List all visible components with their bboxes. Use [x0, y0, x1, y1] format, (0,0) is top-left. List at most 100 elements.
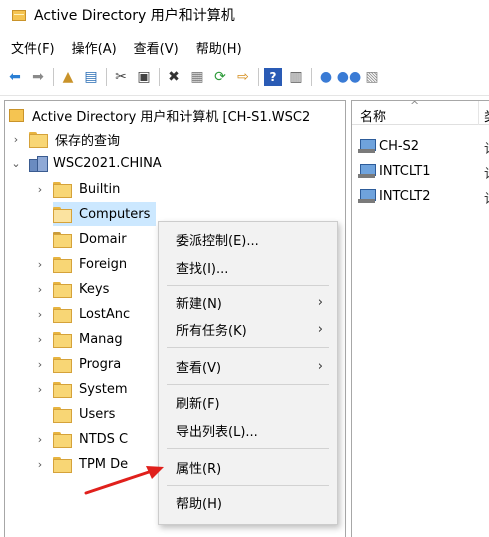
window-title: Active Directory 用户和计算机 — [34, 8, 235, 24]
menu-item-properties[interactable]: 属性(R) — [159, 454, 337, 480]
tree-item-keys[interactable]: › Keys — [33, 277, 109, 301]
menu-file[interactable]: 文件(F) — [11, 38, 55, 57]
chevron-right-icon[interactable]: › — [33, 458, 47, 471]
chevron-right-icon[interactable]: › — [33, 333, 47, 346]
menu-item-delegate-control[interactable]: 委派控制(E)... — [159, 226, 337, 252]
menu-item-all-tasks[interactable]: 所有任务(K) › — [159, 316, 337, 342]
list-item-label: CH-S2 — [379, 138, 420, 154]
export-icon[interactable]: ⇨ — [234, 68, 252, 86]
menu-help[interactable]: 帮助(H) — [196, 38, 242, 57]
toolbar-separator — [106, 68, 107, 86]
menu-item-new[interactable]: 新建(N) › — [159, 289, 337, 315]
chevron-right-icon[interactable]: › — [33, 308, 47, 321]
tree-root[interactable]: Active Directory 用户和计算机 [CH-S1.WSC2 — [9, 103, 310, 127]
folder-icon — [53, 357, 72, 373]
tree-item-domain[interactable]: ⌄ WSC2021.CHINA — [9, 151, 162, 175]
menu-item-find[interactable]: 查找(I)... — [159, 254, 337, 280]
tree-item-program-data[interactable]: › Progra — [33, 352, 121, 376]
tree-item-lostandfound[interactable]: › LostAnc — [33, 302, 130, 326]
list-item[interactable]: CH-S2 — [358, 134, 419, 158]
tree-item-domain-controllers[interactable]: Domair — [53, 227, 127, 251]
list-header: 名称 ^ 类 — [352, 101, 489, 125]
new-ou-icon[interactable]: ▧ — [363, 68, 381, 86]
folder-icon — [29, 132, 48, 148]
chevron-down-icon[interactable]: ⌄ — [9, 157, 23, 170]
menu-item-help[interactable]: 帮助(H) — [159, 489, 337, 515]
list-item-label: INTCLT2 — [379, 188, 431, 204]
tree-item-computers[interactable]: Computers — [53, 202, 157, 226]
menu-separator — [167, 347, 329, 348]
list-item-label: INTCLT1 — [379, 163, 431, 179]
details-pane[interactable]: 名称 ^ 类 CH-S2 计 INTCLT1 计 INTCLT2 计 — [351, 100, 489, 537]
folder-icon — [53, 182, 72, 198]
menu-view[interactable]: 查看(V) — [134, 38, 179, 57]
column-divider[interactable] — [478, 101, 479, 125]
chevron-right-icon[interactable]: › — [33, 433, 47, 446]
folder-icon — [53, 432, 72, 448]
chevron-right-icon[interactable]: › — [33, 283, 47, 296]
sort-ascending-icon: ^ — [410, 100, 420, 112]
tree-item-users[interactable]: Users — [53, 402, 115, 426]
ad-app-icon — [12, 9, 26, 21]
ou-icon — [53, 232, 72, 248]
chevron-right-icon: › — [317, 358, 323, 374]
chevron-right-icon: › — [317, 321, 323, 337]
annotation-arrow-shaft — [84, 469, 154, 495]
tree-item-foreign[interactable]: › Foreign — [33, 252, 127, 276]
mmc-view-icon[interactable]: ▥ — [287, 68, 305, 86]
tree-item-builtin[interactable]: › Builtin — [33, 177, 120, 201]
tree-item-managed[interactable]: › Manag — [33, 327, 123, 351]
menu-item-label: 新建(N) — [176, 296, 222, 312]
chevron-right-icon[interactable]: › — [33, 258, 47, 271]
chevron-right-icon[interactable]: › — [33, 358, 47, 371]
up-folder-icon[interactable]: ▲ — [59, 68, 77, 86]
tree-item-ntds-quotas[interactable]: › NTDS C — [33, 427, 128, 451]
delete-icon[interactable]: ✖ — [165, 68, 183, 86]
toolbar-separator — [159, 68, 160, 86]
tree-item-label: LostAnc — [79, 306, 131, 322]
ad-root-icon — [9, 108, 24, 122]
tree-item-saved-queries[interactable]: › 保存的查询 — [9, 127, 120, 151]
annotation-arrow-icon — [84, 466, 164, 495]
tree-item-label: Foreign — [79, 256, 128, 272]
list-item-type: 计 — [484, 188, 489, 207]
list-item[interactable]: INTCLT2 — [358, 184, 430, 208]
folder-icon — [53, 332, 72, 348]
help-icon[interactable]: ? — [264, 68, 282, 86]
list-item-type: 计 — [484, 163, 489, 182]
tree-item-label: Builtin — [79, 181, 121, 197]
folder-icon — [53, 407, 72, 423]
menu-item-label: 所有任务(K) — [176, 323, 247, 339]
cut-icon[interactable]: ✂ — [112, 68, 130, 86]
forward-arrow-icon[interactable]: ➡ — [29, 68, 47, 86]
tree-item-system[interactable]: › System — [33, 377, 127, 401]
menu-item-export-list[interactable]: 导出列表(L)... — [159, 417, 337, 443]
column-header-type[interactable]: 类 — [484, 106, 489, 125]
refresh-icon[interactable]: ⟳ — [211, 68, 229, 86]
back-arrow-icon[interactable]: ⬅ — [6, 68, 24, 86]
chevron-right-icon[interactable]: › — [9, 133, 23, 146]
new-group-icon[interactable]: ●● — [337, 68, 361, 86]
folder-open-icon — [53, 207, 72, 223]
list-item[interactable]: INTCLT1 — [358, 159, 430, 183]
folder-icon — [53, 457, 72, 473]
toolbar-divider — [0, 95, 489, 96]
menu-item-refresh[interactable]: 刷新(F) — [159, 389, 337, 415]
tree-item-label: Progra — [79, 356, 122, 372]
copy-icon[interactable]: ▣ — [135, 68, 153, 86]
menu-separator — [167, 384, 329, 385]
domain-icon — [29, 155, 48, 172]
show-console-tree-icon[interactable]: ▤ — [82, 68, 100, 86]
folder-icon — [53, 257, 72, 273]
toolbar-separator — [311, 68, 312, 86]
tree-item-label: Users — [79, 406, 116, 422]
new-user-icon[interactable]: ● — [317, 68, 335, 86]
column-header-name[interactable]: 名称 — [360, 106, 386, 125]
properties-icon[interactable]: ▦ — [188, 68, 206, 86]
tree-root-label: Active Directory 用户和计算机 [CH-S1.WSC2 — [32, 109, 311, 125]
chevron-right-icon[interactable]: › — [33, 383, 47, 396]
chevron-right-icon[interactable]: › — [33, 183, 47, 196]
menu-item-view[interactable]: 查看(V) › — [159, 353, 337, 379]
menu-action[interactable]: 操作(A) — [72, 38, 117, 57]
computer-icon — [358, 164, 376, 178]
